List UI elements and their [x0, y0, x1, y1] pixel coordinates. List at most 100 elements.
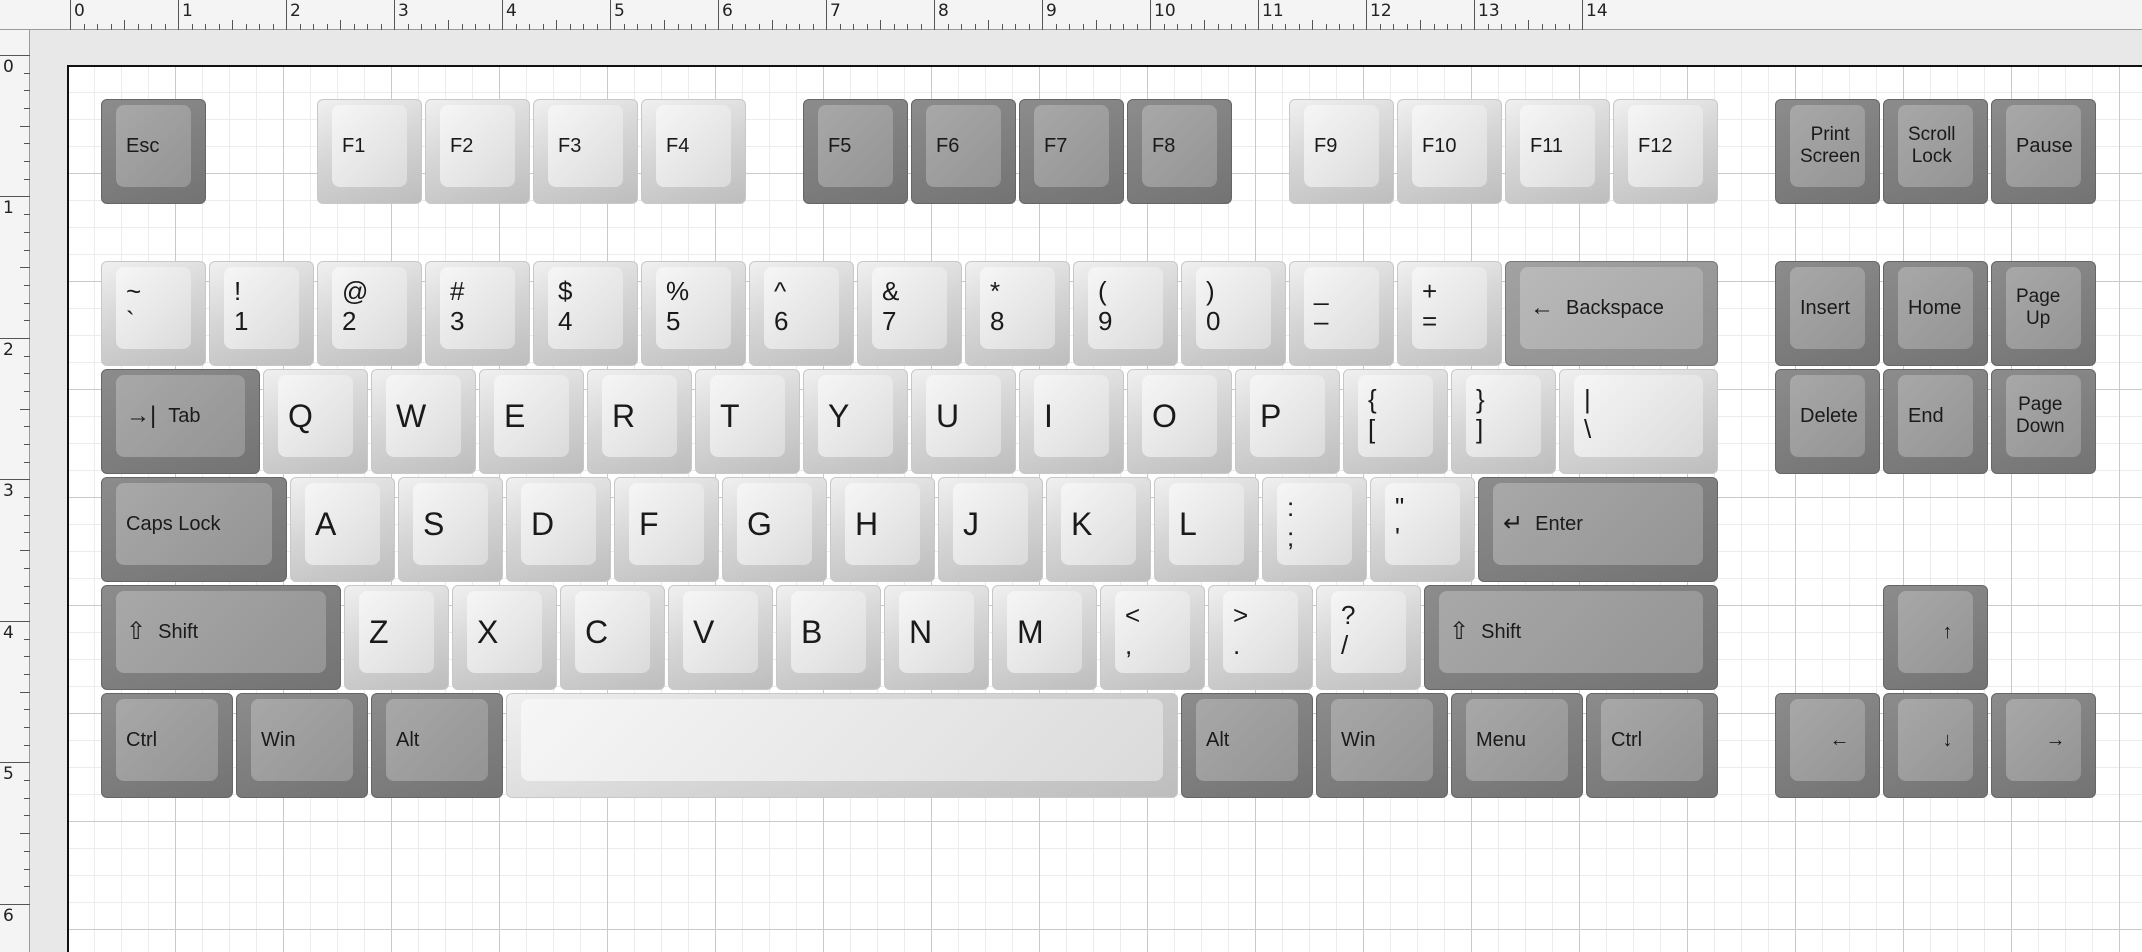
f5-key[interactable]: F5	[803, 99, 908, 204]
ctrl-right-key[interactable]: Ctrl	[1586, 693, 1718, 798]
tab-key[interactable]: →| Tab	[101, 369, 260, 474]
f8-key[interactable]: F8	[1127, 99, 1232, 204]
number-key[interactable]: ) 0	[1181, 261, 1286, 366]
letter-key[interactable]: V	[668, 585, 773, 690]
punct-key[interactable]: " '	[1370, 477, 1475, 582]
number-key[interactable]: $4	[533, 261, 638, 366]
key-text: Z	[369, 614, 389, 650]
shift-left-key[interactable]: ⇧ Shift	[101, 585, 341, 690]
letter-key[interactable]: U	[911, 369, 1016, 474]
key-main-symbol: 0	[1206, 306, 1221, 337]
key-label: :;	[1287, 478, 1294, 570]
delete-key[interactable]: Delete	[1775, 369, 1880, 474]
f9-key[interactable]: F9	[1289, 99, 1394, 204]
letter-key[interactable]: L	[1154, 477, 1259, 582]
backspace-key[interactable]: ← Backspace	[1505, 261, 1718, 366]
letter-key[interactable]: B	[776, 585, 881, 690]
ctrl-left-key[interactable]: Ctrl	[101, 693, 233, 798]
punct-key[interactable]: >.	[1208, 585, 1313, 690]
page-up-key[interactable]: Page Up	[1991, 261, 2096, 366]
print-screen-key[interactable]: Print Screen	[1775, 99, 1880, 204]
spacebar-key[interactable]	[506, 693, 1178, 798]
arrow-left-key[interactable]: ←	[1775, 693, 1880, 798]
letter-key[interactable]: O	[1127, 369, 1232, 474]
canvas[interactable]: Esc F1 F2 F3 F4 F5 F6 F7 F8 F9 F10 F11 F12 Print Scree…	[30, 30, 2142, 952]
number-key[interactable]: ~ `	[101, 261, 206, 366]
letter-key[interactable]: G	[722, 477, 827, 582]
key-label: D	[531, 478, 554, 570]
letter-key[interactable]: J	[938, 477, 1043, 582]
number-key[interactable]: _ –	[1289, 261, 1394, 366]
backslash-key[interactable]: | \	[1559, 369, 1718, 474]
bracket-key[interactable]: {[	[1343, 369, 1448, 474]
number-key[interactable]: @2	[317, 261, 422, 366]
alt-left-key[interactable]: Alt	[371, 693, 503, 798]
letter-key[interactable]: W	[371, 369, 476, 474]
letter-key[interactable]: I	[1019, 369, 1124, 474]
end-key[interactable]: End	[1883, 369, 1988, 474]
f6-key[interactable]: F6	[911, 99, 1016, 204]
home-key[interactable]: Home	[1883, 261, 1988, 366]
f4-key[interactable]: F4	[641, 99, 746, 204]
letter-key[interactable]: D	[506, 477, 611, 582]
shift-right-key[interactable]: ⇧ Shift	[1424, 585, 1718, 690]
letter-key[interactable]: P	[1235, 369, 1340, 474]
arrow-up-key[interactable]: ↑	[1883, 585, 1988, 690]
key-label: F12	[1638, 100, 1672, 192]
punct-key[interactable]: :;	[1262, 477, 1367, 582]
punct-key[interactable]: ? /	[1316, 585, 1421, 690]
letter-key[interactable]: X	[452, 585, 557, 690]
scroll-lock-key[interactable]: Scroll Lock	[1883, 99, 1988, 204]
letter-key[interactable]: A	[290, 477, 395, 582]
letter-key[interactable]: R	[587, 369, 692, 474]
f2-key[interactable]: F2	[425, 99, 530, 204]
key-text: O	[1152, 398, 1177, 434]
menu-key[interactable]: Menu	[1451, 693, 1583, 798]
letter-key[interactable]: M	[992, 585, 1097, 690]
key-label: ↑	[1908, 586, 1987, 678]
letter-key[interactable]: Z	[344, 585, 449, 690]
key-label: C	[585, 586, 608, 678]
letter-key[interactable]: C	[560, 585, 665, 690]
alt-right-key[interactable]: Alt	[1181, 693, 1313, 798]
letter-key[interactable]: T	[695, 369, 800, 474]
insert-key[interactable]: Insert	[1775, 261, 1880, 366]
number-key[interactable]: + =	[1397, 261, 1502, 366]
letter-key[interactable]: F	[614, 477, 719, 582]
f7-key[interactable]: F7	[1019, 99, 1124, 204]
key-text: F9	[1314, 134, 1338, 157]
number-key[interactable]: * 8	[965, 261, 1070, 366]
esc-key[interactable]: Esc	[101, 99, 206, 204]
letter-key[interactable]: E	[479, 369, 584, 474]
arrow-down-key[interactable]: ↓	[1883, 693, 1988, 798]
win-left-key[interactable]: Win	[236, 693, 368, 798]
bracket-key[interactable]: }]	[1451, 369, 1556, 474]
key-text: Backspace	[1566, 296, 1664, 319]
page-down-key[interactable]: Page Down	[1991, 369, 2096, 474]
arrow-right-key[interactable]: →	[1991, 693, 2096, 798]
number-key[interactable]: & 7	[857, 261, 962, 366]
f11-key[interactable]: F11	[1505, 99, 1610, 204]
f10-key[interactable]: F10	[1397, 99, 1502, 204]
punct-key[interactable]: <,	[1100, 585, 1205, 690]
letter-key[interactable]: S	[398, 477, 503, 582]
f1-key[interactable]: F1	[317, 99, 422, 204]
caps-lock-key[interactable]: Caps Lock	[101, 477, 287, 582]
number-key[interactable]: % 5	[641, 261, 746, 366]
pause-key[interactable]: Pause	[1991, 99, 2096, 204]
key-text: W	[396, 398, 427, 434]
letter-key[interactable]: H	[830, 477, 935, 582]
f3-key[interactable]: F3	[533, 99, 638, 204]
letter-key[interactable]: Y	[803, 369, 908, 474]
letter-key[interactable]: N	[884, 585, 989, 690]
letter-key[interactable]: Q	[263, 369, 368, 474]
win-right-key[interactable]: Win	[1316, 693, 1448, 798]
keyboard-page[interactable]: Esc F1 F2 F3 F4 F5 F6 F7 F8 F9 F10 F11 F12 Print Scree…	[67, 65, 2142, 952]
enter-key[interactable]: ↵ Enter	[1478, 477, 1718, 582]
number-key[interactable]: #3	[425, 261, 530, 366]
f12-key[interactable]: F12	[1613, 99, 1718, 204]
letter-key[interactable]: K	[1046, 477, 1151, 582]
number-key[interactable]: ! 1	[209, 261, 314, 366]
number-key[interactable]: ^ 6	[749, 261, 854, 366]
number-key[interactable]: (9	[1073, 261, 1178, 366]
